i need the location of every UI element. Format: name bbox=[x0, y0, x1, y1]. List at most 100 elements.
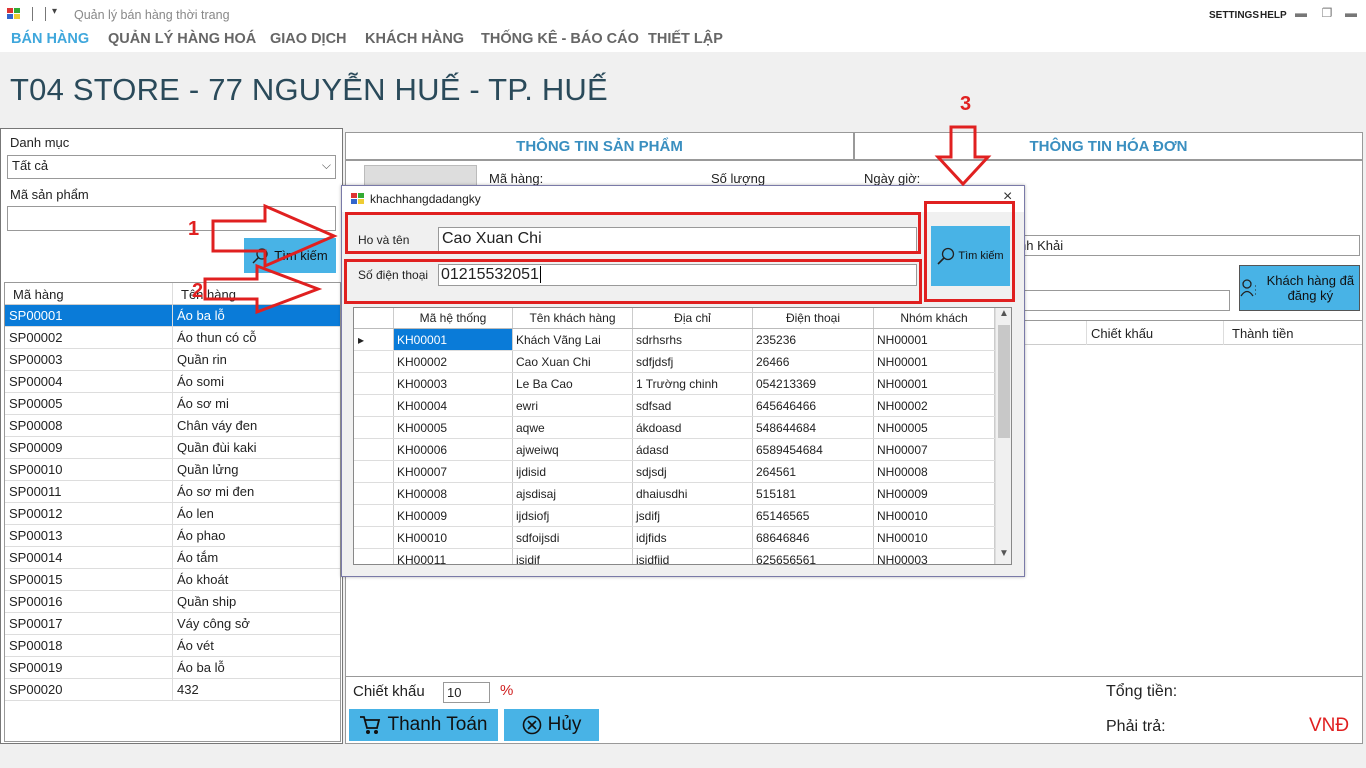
table-row[interactable]: SP00010 Quần lửng bbox=[5, 459, 340, 481]
settings-link[interactable]: SETTINGS bbox=[1209, 10, 1259, 21]
customer-code-cell[interactable]: KH00011 bbox=[394, 549, 513, 564]
menu-thong-ke-bao-cao[interactable]: THỐNG KÊ - BÁO CÁO bbox=[481, 31, 639, 47]
customer-address-cell[interactable]: sdrhsrhs bbox=[633, 329, 753, 350]
customer-name-cell[interactable]: ijdisid bbox=[513, 461, 633, 482]
customer-name-cell[interactable]: ewri bbox=[513, 395, 633, 416]
scrollbar-thumb[interactable] bbox=[998, 325, 1010, 438]
product-code-cell[interactable]: SP00002 bbox=[5, 327, 173, 348]
product-name-cell[interactable]: Áo ba lỗ bbox=[173, 305, 338, 326]
table-row[interactable]: KH00011 isjdif isjdfijd 625656561 NH00003 bbox=[354, 549, 1011, 564]
column-header-system-code[interactable]: Mã hệ thống bbox=[394, 308, 513, 328]
table-row[interactable]: SP00011 Áo sơ mi đen bbox=[5, 481, 340, 503]
product-code-cell[interactable]: SP00004 bbox=[5, 371, 173, 392]
customer-code-cell[interactable]: KH00004 bbox=[394, 395, 513, 416]
product-code-cell[interactable]: SP00017 bbox=[5, 613, 173, 634]
table-row[interactable]: SP00005 Áo sơ mi bbox=[5, 393, 340, 415]
product-code-cell[interactable]: SP00003 bbox=[5, 349, 173, 370]
product-code-cell[interactable]: SP00012 bbox=[5, 503, 173, 524]
product-code-cell[interactable]: SP00014 bbox=[5, 547, 173, 568]
customer-address-cell[interactable]: jsdifj bbox=[633, 505, 753, 526]
product-name-cell[interactable]: Áo vét bbox=[173, 635, 338, 656]
table-row[interactable]: KH00008 ajsdisaj dhaiusdhi 515181 NH00009 bbox=[354, 483, 1011, 505]
row-indicator[interactable] bbox=[354, 505, 394, 526]
customer-phone-field[interactable] bbox=[1014, 290, 1230, 311]
table-row[interactable]: SP00002 Áo thun có cỗ bbox=[5, 327, 340, 349]
table-row[interactable]: ▸ KH00001 Khách Vãng Lai sdrhsrhs 235236 NH00… bbox=[354, 329, 1011, 351]
product-name-cell[interactable]: Áo ba lỗ bbox=[173, 657, 338, 678]
table-row[interactable]: KH00007 ijdisid sdjsdj 264561 NH00008 bbox=[354, 461, 1011, 483]
table-row[interactable]: SP00009 Quần đùi kaki bbox=[5, 437, 340, 459]
row-indicator[interactable] bbox=[354, 439, 394, 460]
column-header-phone[interactable]: Điện thoại bbox=[753, 308, 874, 328]
customer-group-cell[interactable]: NH00001 bbox=[874, 329, 995, 350]
customer-phone-cell[interactable]: 6589454684 bbox=[753, 439, 874, 460]
menu-giao-dich[interactable]: GIAO DỊCH bbox=[270, 31, 347, 47]
product-name-cell[interactable]: Chân váy đen bbox=[173, 415, 338, 436]
table-row[interactable]: KH00006 ajweiwq ádasd 6589454684 NH00007 bbox=[354, 439, 1011, 461]
customer-address-cell[interactable]: sdjsdj bbox=[633, 461, 753, 482]
customer-code-cell[interactable]: KH00007 bbox=[394, 461, 513, 482]
table-row[interactable]: SP00001 Áo ba lỗ bbox=[5, 305, 340, 327]
row-indicator[interactable] bbox=[354, 527, 394, 548]
product-code-cell[interactable]: SP00009 bbox=[5, 437, 173, 458]
customer-grid[interactable]: Mã hệ thống Tên khách hàng Địa chỉ Điện … bbox=[353, 307, 1012, 565]
customer-phone-cell[interactable]: 515181 bbox=[753, 483, 874, 504]
product-name-cell[interactable]: Váy công sở bbox=[173, 613, 338, 634]
table-row[interactable]: SP00012 Áo len bbox=[5, 503, 340, 525]
product-code-cell[interactable]: SP00011 bbox=[5, 481, 173, 502]
customer-group-cell[interactable]: NH00002 bbox=[874, 395, 995, 416]
customer-group-cell[interactable]: NH00003 bbox=[874, 549, 995, 564]
table-row[interactable]: SP00014 Áo tắm bbox=[5, 547, 340, 569]
product-code-cell[interactable]: SP00008 bbox=[5, 415, 173, 436]
table-row[interactable]: KH00009 ijdsiofj jsdifj 65146565 NH00010 bbox=[354, 505, 1011, 527]
product-name-cell[interactable]: Quần đùi kaki bbox=[173, 437, 338, 458]
product-name-cell[interactable]: Áo somi bbox=[173, 371, 338, 392]
category-combo[interactable]: Tất cả ⌵ bbox=[7, 155, 336, 179]
quick-access-dropdown-icon[interactable]: ▾ bbox=[52, 6, 57, 17]
product-name-cell[interactable]: Áo khoát bbox=[173, 569, 338, 590]
product-grid[interactable]: Mã hàng Tên hàng SP00001 Áo ba lỗ SP00002 Á… bbox=[4, 282, 341, 742]
customer-name-cell[interactable]: Cao Xuan Chi bbox=[513, 351, 633, 372]
product-name-cell[interactable]: Quần ship bbox=[173, 591, 338, 612]
customer-name-cell[interactable]: aqwe bbox=[513, 417, 633, 438]
customer-name-cell[interactable]: Le Ba Cao bbox=[513, 373, 633, 394]
restore-icon[interactable]: ❐ bbox=[1319, 6, 1335, 20]
customer-phone-cell[interactable]: 264561 bbox=[753, 461, 874, 482]
row-indicator[interactable]: ▸ bbox=[354, 329, 394, 350]
table-row[interactable]: KH00010 sdfoijsdi idjfids 68646846 NH00010 bbox=[354, 527, 1011, 549]
customer-group-cell[interactable]: NH00010 bbox=[874, 505, 995, 526]
column-header-group[interactable]: Nhóm khách bbox=[874, 308, 995, 328]
product-code-cell[interactable]: SP00013 bbox=[5, 525, 173, 546]
table-row[interactable]: SP00020 432 bbox=[5, 679, 340, 701]
table-row[interactable]: SP00018 Áo vét bbox=[5, 635, 340, 657]
registered-customer-button[interactable]: Khách hàng đã đăng ký bbox=[1239, 265, 1360, 311]
product-code-cell[interactable]: SP00005 bbox=[5, 393, 173, 414]
customer-phone-cell[interactable]: 68646846 bbox=[753, 527, 874, 548]
column-header-code[interactable]: Mã hàng bbox=[5, 283, 173, 304]
help-link[interactable]: HELP bbox=[1260, 10, 1287, 21]
table-row[interactable]: SP00015 Áo khoát bbox=[5, 569, 340, 591]
customer-group-cell[interactable]: NH00001 bbox=[874, 351, 995, 372]
grid-scrollbar[interactable]: ▲ ▼ bbox=[995, 308, 1011, 564]
table-row[interactable]: SP00013 Áo phao bbox=[5, 525, 340, 547]
product-name-cell[interactable]: Áo sơ mi đen bbox=[173, 481, 338, 502]
customer-code-cell[interactable]: KH00006 bbox=[394, 439, 513, 460]
product-code-cell[interactable]: SP00018 bbox=[5, 635, 173, 656]
table-row[interactable]: SP00016 Quần ship bbox=[5, 591, 340, 613]
product-code-cell[interactable]: SP00010 bbox=[5, 459, 173, 480]
product-name-cell[interactable]: 432 bbox=[173, 679, 338, 700]
customer-phone-cell[interactable]: 054213369 bbox=[753, 373, 874, 394]
product-name-cell[interactable]: Quần lửng bbox=[173, 459, 338, 480]
customer-phone-cell[interactable]: 235236 bbox=[753, 329, 874, 350]
product-code-cell[interactable]: SP00019 bbox=[5, 657, 173, 678]
customer-phone-cell[interactable]: 548644684 bbox=[753, 417, 874, 438]
product-name-cell[interactable]: Áo sơ mi bbox=[173, 393, 338, 414]
customer-code-cell[interactable]: KH00003 bbox=[394, 373, 513, 394]
scroll-up-icon[interactable]: ▲ bbox=[996, 308, 1011, 324]
customer-address-cell[interactable]: dhaiusdhi bbox=[633, 483, 753, 504]
customer-group-cell[interactable]: NH00007 bbox=[874, 439, 995, 460]
product-name-cell[interactable]: Áo phao bbox=[173, 525, 338, 546]
customer-group-cell[interactable]: NH00005 bbox=[874, 417, 995, 438]
product-name-cell[interactable]: Quần rin bbox=[173, 349, 338, 370]
product-search-button[interactable]: Tìm kiếm bbox=[244, 238, 336, 273]
